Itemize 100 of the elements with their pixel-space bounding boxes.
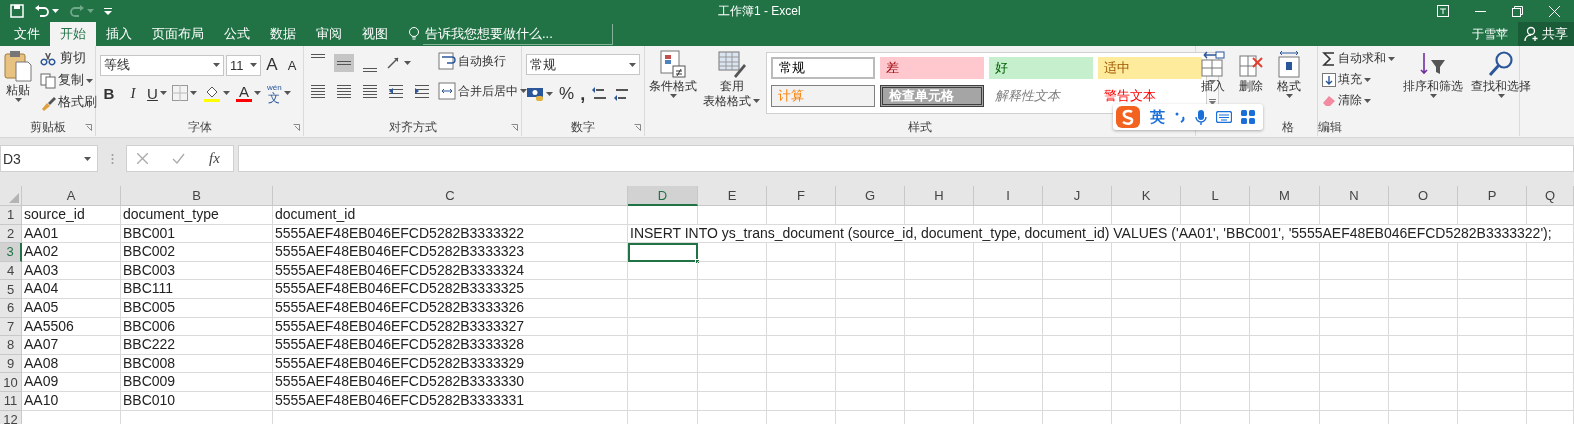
ribbon-tab[interactable]: 插入 xyxy=(96,22,142,46)
align-button[interactable] xyxy=(412,82,432,100)
column-header[interactable]: J xyxy=(1043,186,1112,206)
search-field[interactable]: 告诉我您想要做什么... xyxy=(423,23,613,45)
copy-button[interactable]: 复制 xyxy=(40,72,97,89)
underline-button[interactable]: U xyxy=(148,84,166,102)
ribbon-tab[interactable]: 公式 xyxy=(214,22,260,46)
ribbon-tab[interactable]: 文件 xyxy=(4,22,50,46)
column-header[interactable]: A xyxy=(22,186,121,206)
ribbon-options-button[interactable] xyxy=(1437,5,1449,17)
comma-button[interactable]: , xyxy=(580,83,586,105)
font-name-field[interactable]: 等线 xyxy=(100,54,224,76)
merge-center-button[interactable]: 合并后居中 xyxy=(438,82,527,100)
column-header[interactable]: K xyxy=(1112,186,1181,206)
customize-button[interactable] xyxy=(104,7,112,15)
clear-button[interactable]: 清除 xyxy=(1322,92,1395,109)
conditional-formatting-button[interactable]: 条件格式 xyxy=(649,50,697,118)
delete-cells-button[interactable]: 删除 xyxy=(1238,50,1264,93)
fill-button[interactable]: 填充 xyxy=(1322,71,1395,88)
sort-filter-button[interactable]: 排序和筛选 xyxy=(1403,50,1463,118)
number-format-field[interactable]: 常规 xyxy=(526,54,640,75)
column-header[interactable]: M xyxy=(1250,186,1320,206)
column-header[interactable]: E xyxy=(698,186,767,206)
cell-style[interactable]: 适中 xyxy=(1098,57,1202,79)
cell-style[interactable]: 常规 xyxy=(771,57,875,79)
fill-color-button[interactable] xyxy=(203,84,230,102)
column-header[interactable]: O xyxy=(1389,186,1458,206)
ribbon-tab[interactable]: 页面布局 xyxy=(142,22,214,46)
row-header[interactable]: 10 xyxy=(0,373,22,392)
column-header[interactable]: N xyxy=(1320,186,1389,206)
cell-style[interactable]: 差 xyxy=(880,57,984,79)
column-header[interactable]: P xyxy=(1458,186,1527,206)
percent-button[interactable]: % xyxy=(559,84,575,104)
paste-button[interactable]: 粘贴 xyxy=(4,50,32,118)
decrease-decimal-button[interactable] xyxy=(613,86,630,102)
column-header[interactable]: B xyxy=(121,186,273,206)
column-header[interactable]: C xyxy=(273,186,628,206)
insert-cells-button[interactable]: 插入 xyxy=(1200,50,1226,93)
save-button[interactable] xyxy=(10,4,24,18)
phonetic-button[interactable]: wén 文 xyxy=(267,82,291,104)
name-box[interactable]: D3 xyxy=(0,145,98,172)
currency-button[interactable] xyxy=(526,87,553,101)
ribbon-tab[interactable]: 视图 xyxy=(352,22,398,46)
find-select-button[interactable]: 查找和选择 xyxy=(1471,50,1531,118)
toolbox-button[interactable] xyxy=(1241,110,1255,124)
microphone-button[interactable] xyxy=(1195,109,1207,125)
borders-button[interactable] xyxy=(172,85,197,101)
table-cell xyxy=(1389,373,1458,392)
ribbon-tab[interactable]: 审阅 xyxy=(306,22,352,46)
input-mode-button[interactable]: 英 xyxy=(1150,107,1165,127)
punctuation-button[interactable] xyxy=(1174,111,1186,123)
font-color-button[interactable]: A xyxy=(236,84,261,102)
column-header[interactable]: L xyxy=(1181,186,1250,206)
format-painter-button[interactable]: 格式刷 xyxy=(40,94,97,111)
row-header[interactable]: 1 xyxy=(0,206,22,225)
share-button[interactable]: 共享 xyxy=(1518,22,1574,46)
align-button[interactable] xyxy=(308,82,328,100)
formula-field[interactable] xyxy=(238,145,1574,172)
format-cells-button[interactable]: 格式 xyxy=(1276,50,1302,98)
wrap-text-button[interactable]: 自动换行 xyxy=(438,52,527,70)
cut-button[interactable]: 剪切 xyxy=(40,50,97,67)
copy-icon xyxy=(40,72,56,89)
align-button[interactable] xyxy=(360,82,380,100)
row-header[interactable]: 5 xyxy=(0,280,22,299)
active-cell[interactable] xyxy=(628,243,698,262)
row-header[interactable]: 3 xyxy=(0,243,22,262)
table-cell xyxy=(698,298,767,318)
ribbon-tab[interactable]: 开始 xyxy=(50,22,96,46)
more-icon xyxy=(1209,99,1216,106)
increase-decimal-button[interactable] xyxy=(591,86,608,102)
format-as-table-button[interactable]: 套用 表格格式 xyxy=(703,50,760,118)
align-button[interactable] xyxy=(334,54,354,72)
bold-button[interactable]: B xyxy=(100,84,118,102)
cell-style[interactable]: 好 xyxy=(989,57,1093,79)
autosum-button[interactable]: 自动求和 xyxy=(1322,50,1395,67)
row-header[interactable]: 8 xyxy=(0,336,22,355)
insert-function-button[interactable]: fx xyxy=(209,150,220,167)
align-button[interactable] xyxy=(386,82,406,100)
orientation-button[interactable] xyxy=(386,56,411,70)
restore-button[interactable] xyxy=(1512,5,1523,17)
column-header[interactable]: G xyxy=(836,186,905,206)
column-header[interactable]: I xyxy=(974,186,1043,206)
align-button[interactable] xyxy=(334,82,354,100)
column-header[interactable]: Q xyxy=(1527,186,1574,206)
cell-style[interactable]: 解释性文本 xyxy=(989,85,1093,107)
undo-button[interactable] xyxy=(34,4,59,18)
table-cell xyxy=(1181,261,1250,281)
grow-font-button[interactable]: A xyxy=(263,55,281,75)
shrink-font-button[interactable]: A xyxy=(283,57,301,73)
keyboard-button[interactable] xyxy=(1216,111,1232,123)
minimize-button[interactable] xyxy=(1475,10,1486,12)
column-header[interactable]: F xyxy=(767,186,836,206)
font-size-field[interactable]: 11 xyxy=(226,54,261,76)
column-header[interactable]: H xyxy=(905,186,974,206)
table-cell xyxy=(767,243,836,262)
italic-button[interactable]: I xyxy=(124,84,142,102)
cell-style[interactable]: 警告文本 xyxy=(1098,85,1202,107)
ribbon-tab[interactable]: 数据 xyxy=(260,22,306,46)
column-header[interactable]: D xyxy=(628,186,698,206)
close-button[interactable] xyxy=(1549,5,1560,17)
